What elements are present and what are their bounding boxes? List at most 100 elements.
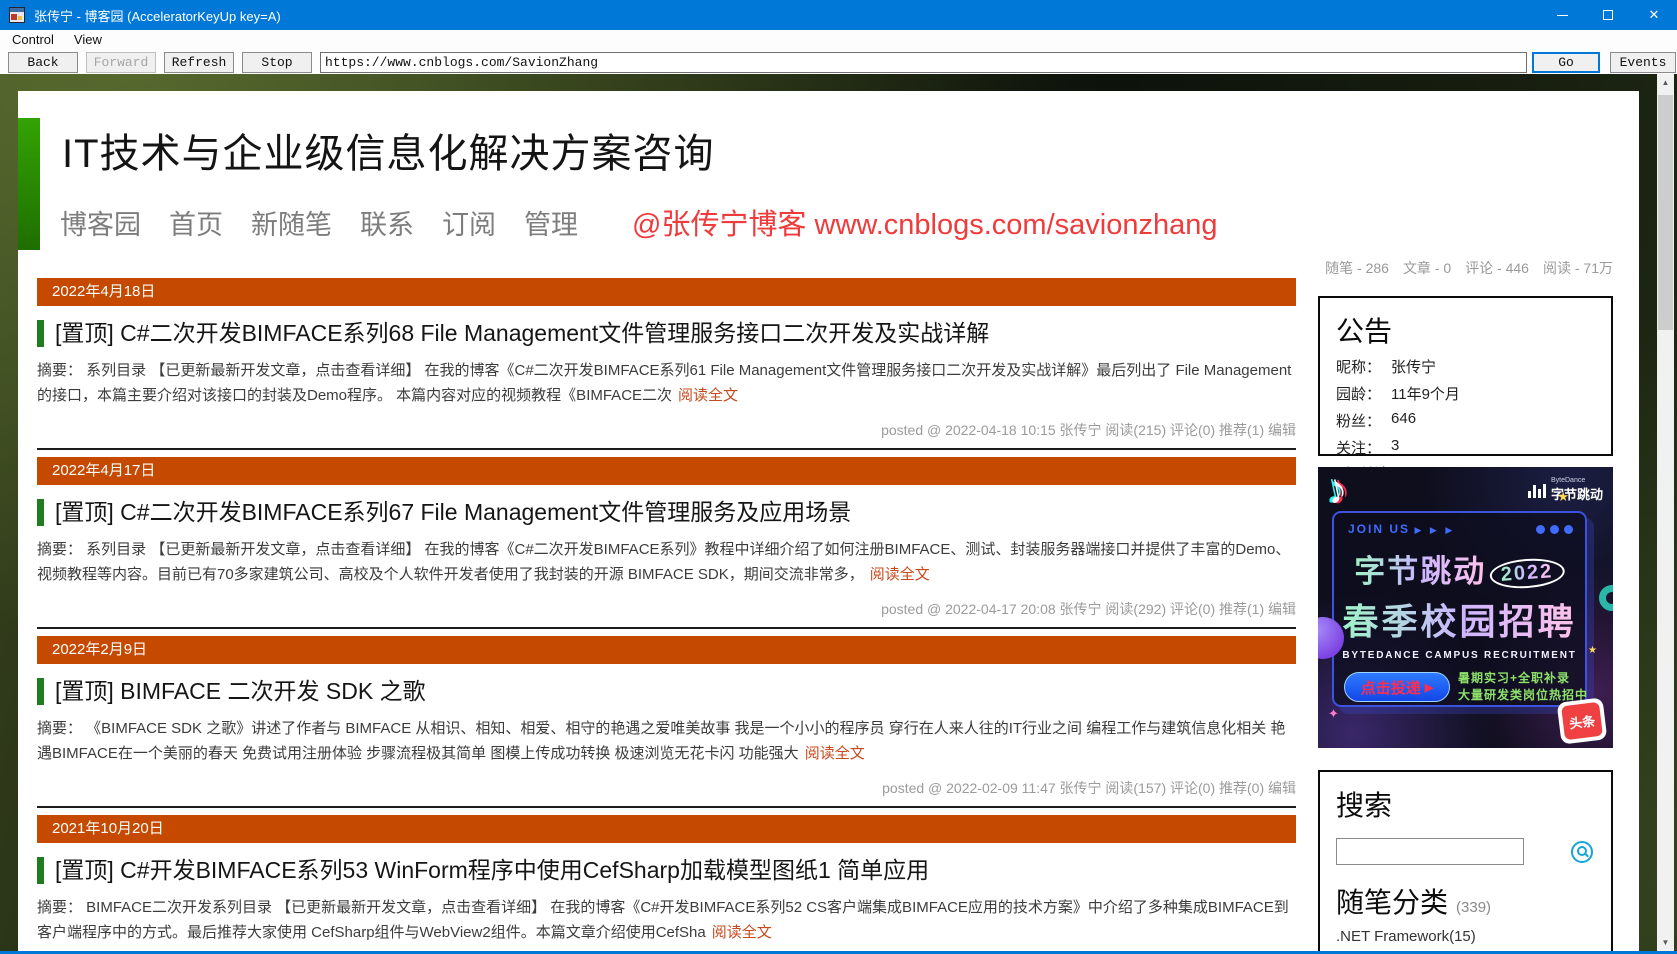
nav-home[interactable]: 首页: [169, 203, 223, 242]
minimize-button[interactable]: [1539, 0, 1585, 30]
browser-toolbar: Back Forward Refresh Stop Go Events: [0, 50, 1677, 74]
maximize-icon: [1603, 10, 1613, 20]
nav-new-post[interactable]: 新随笔: [251, 203, 332, 242]
post-entry: 2022年2月9日 [置顶] BIMFACE 二次开发 SDK 之歌 摘要： 《…: [37, 636, 1296, 808]
ad-headline-1: 字节跳动: [1354, 554, 1487, 589]
scrollbar-thumb[interactable]: [1658, 95, 1673, 330]
categories-count: (339): [1456, 899, 1492, 916]
announcement-row: 园龄： 11年9个月: [1336, 386, 1460, 403]
browser-viewport: IT技术与企业级信息化解决方案咨询 博客园 首页 新随笔 联系 订阅 管理 @张…: [0, 74, 1677, 951]
search-title: 搜索: [1336, 790, 1393, 821]
bytedance-bars-icon: [1527, 483, 1546, 498]
post-summary: 摘要： 系列目录 【已更新最新开发文章，点击查看详细】 在我的博客《C#二次开发…: [37, 362, 1292, 404]
app-icon: [9, 7, 25, 23]
maximize-button[interactable]: [1585, 0, 1631, 30]
sparkle-icon: ✦: [1328, 706, 1339, 721]
post-title[interactable]: [置顶] C#二次开发BIMFACE系列67 File Management文件…: [37, 497, 1296, 527]
post-date-banner: 2022年2月9日: [37, 636, 1296, 664]
window-dots-icon: [1536, 524, 1573, 534]
post-meta[interactable]: posted @ 2022-04-18 10:15 张传宁 阅读(215) 评论…: [37, 420, 1296, 440]
announcement-title: 公告: [1336, 316, 1393, 347]
window-title: 张传宁 - 博客园 (AcceleratorKeyUp key=A): [34, 8, 281, 24]
menu-bar: Control View: [0, 30, 1677, 50]
read-more-link[interactable]: 阅读全文: [678, 387, 738, 404]
ad-subtitle: BYTEDANCE CAMPUS RECRUITMENT: [1342, 650, 1577, 661]
join-arrows-icon: ▶ ▶ ▶: [1414, 525, 1456, 535]
category-link-net-framework[interactable]: .NET Framework(15): [1336, 925, 1595, 949]
refresh-button[interactable]: Refresh: [164, 51, 234, 73]
vertical-scrollbar[interactable]: ▲ ▼: [1657, 74, 1674, 951]
blog-title[interactable]: IT技术与企业级信息化解决方案咨询: [62, 121, 715, 179]
blog-nav: 博客园 首页 新随笔 联系 订阅 管理 @张传宁博客 www.cnblogs.c…: [60, 201, 1217, 243]
post-bullet-icon: [37, 498, 44, 526]
toutiao-app-icon: 头条: [1556, 697, 1608, 745]
nav-subscribe[interactable]: 订阅: [442, 203, 496, 242]
go-button[interactable]: Go: [1532, 51, 1600, 73]
events-button[interactable]: Events: [1610, 51, 1676, 73]
post-title[interactable]: [置顶] C#二次开发BIMFACE系列68 File Management文件…: [37, 318, 1296, 348]
nav-contact[interactable]: 联系: [360, 203, 414, 242]
announcement-row: 昵称： 张传宁: [1336, 359, 1437, 376]
post-bullet-icon: [37, 856, 44, 884]
post-summary: 摘要： 系列目录 【已更新最新开发文章，点击查看详细】 在我的博客《C#二次开发…: [37, 541, 1291, 583]
post-title[interactable]: [置顶] C#开发BIMFACE系列53 WinForm程序中使用CefShar…: [37, 855, 1296, 885]
page-content: IT技术与企业级信息化解决方案咨询 博客园 首页 新随笔 联系 订阅 管理 @张…: [18, 91, 1639, 951]
stat-comments: 评论 - 446: [1465, 260, 1529, 276]
post-list: 2022年4月18日 [置顶] C#二次开发BIMFACE系列68 File M…: [37, 278, 1296, 951]
header-accent-bar: [18, 118, 40, 250]
read-more-link[interactable]: 阅读全文: [805, 745, 865, 762]
post-entry: 2022年4月18日 [置顶] C#二次开发BIMFACE系列68 File M…: [37, 278, 1296, 450]
announcement-row: 关注： 3: [1336, 437, 1400, 457]
scroll-down-icon[interactable]: ▼: [1657, 934, 1674, 951]
stop-button[interactable]: Stop: [242, 51, 312, 73]
post-meta[interactable]: posted @ 2022-02-09 11:47 张传宁 阅读(157) 评论…: [37, 778, 1296, 798]
search-box: 搜索 随笔分类 (339) .NET Framework(15) .NET St…: [1318, 770, 1613, 951]
bytedance-ad-banner[interactable]: ♪ ByteDance 字节跳动 ★ JOIN US ▶ ▶ ▶ 字节跳动 2022…: [1318, 467, 1613, 748]
read-more-link[interactable]: 阅读全文: [712, 924, 772, 941]
close-button[interactable]: ✕: [1631, 0, 1677, 30]
ad-headline-2: 春季校园招聘: [1342, 601, 1577, 642]
search-icon[interactable]: [1571, 840, 1593, 863]
play-icon: ▶: [1424, 681, 1434, 694]
star-icon: ★: [1557, 489, 1569, 504]
announcement-box: 公告 昵称：张传宁 园龄：11年9个月 粉丝：646 关注：3 +加关注: [1318, 296, 1613, 483]
stat-reads: 阅读 - 71万: [1542, 260, 1613, 276]
blog-watermark: @张传宁博客 www.cnblogs.com/savionzhang: [632, 209, 1218, 241]
scroll-up-icon[interactable]: ▲: [1657, 74, 1674, 91]
join-us-label: JOIN US: [1348, 522, 1411, 536]
ad-year-badge: 2022: [1489, 556, 1566, 591]
post-divider: [37, 627, 1296, 629]
menu-view[interactable]: View: [64, 30, 112, 50]
title-bar: 张传宁 - 博客园 (AcceleratorKeyUp key=A) ✕: [0, 0, 1677, 30]
app-window: 张传宁 - 博客园 (AcceleratorKeyUp key=A) ✕ Con…: [0, 0, 1677, 954]
post-summary: 摘要： 《BIMFACE SDK 之歌》讲述了作者与 BIMFACE 从相识、相…: [37, 720, 1286, 762]
search-input[interactable]: [1336, 838, 1524, 865]
stat-articles: 文章 - 0: [1402, 260, 1452, 276]
post-entry: 2022年4月17日 [置顶] C#二次开发BIMFACE系列67 File M…: [37, 457, 1296, 629]
nav-admin[interactable]: 管理: [524, 203, 578, 242]
url-input[interactable]: [320, 51, 1527, 73]
ad-apply-button[interactable]: 点击投递 ▶: [1344, 672, 1450, 702]
post-date-banner: 2022年4月18日: [37, 278, 1296, 306]
post-meta[interactable]: posted @ 2022-04-17 20:08 张传宁 阅读(292) 评论…: [37, 599, 1296, 619]
minimize-icon: [1556, 14, 1568, 16]
menu-control[interactable]: Control: [2, 30, 64, 50]
back-button[interactable]: Back: [8, 51, 78, 73]
ad-bullets: 暑期实习+全职补录 大量研发类岗位热招中: [1458, 671, 1589, 702]
nav-cnblogs[interactable]: 博客园: [60, 203, 141, 242]
post-title[interactable]: [置顶] BIMFACE 二次开发 SDK 之歌: [37, 676, 1296, 706]
post-divider: [37, 448, 1296, 450]
post-summary: 摘要： BIMFACE二次开发系列目录 【已更新最新开发文章，点击查看详细】 在…: [37, 899, 1289, 941]
close-icon: ✕: [1648, 7, 1660, 22]
forward-button[interactable]: Forward: [86, 51, 156, 73]
post-bullet-icon: [37, 677, 44, 705]
post-divider: [37, 806, 1296, 808]
teal-ring-decoration: [1599, 585, 1613, 611]
blog-stats: 随笔 - 286 文章 - 0 评论 - 446 阅读 - 71万: [1325, 258, 1613, 278]
stat-posts: 随笔 - 286: [1325, 260, 1389, 276]
post-date-banner: 2021年10月20日: [37, 815, 1296, 843]
post-bullet-icon: [37, 319, 44, 347]
tiktok-note-icon: ♪: [1321, 467, 1352, 514]
ad-frame: JOIN US ▶ ▶ ▶ 字节跳动 2022 春季校园招聘 BYTEDANCE …: [1332, 511, 1587, 707]
read-more-link[interactable]: 阅读全文: [870, 566, 930, 583]
